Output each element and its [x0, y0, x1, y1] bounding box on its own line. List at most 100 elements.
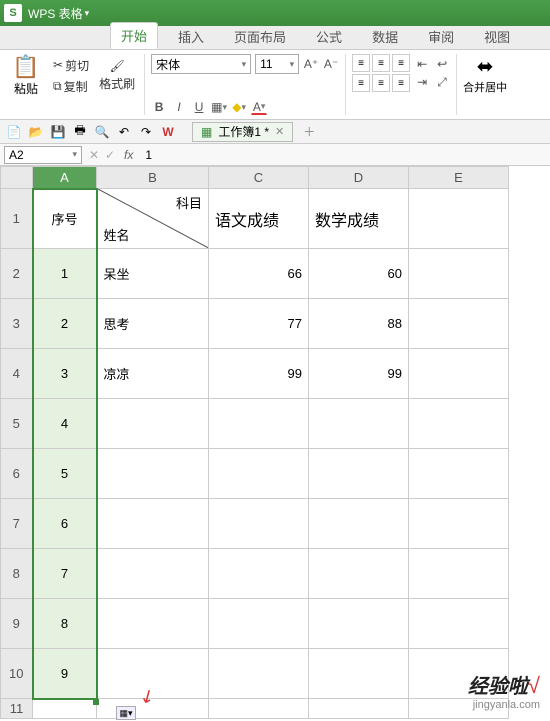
- merge-center-button[interactable]: ⬌ 合并居中: [463, 54, 507, 115]
- cell[interactable]: [409, 499, 509, 549]
- cell[interactable]: 5: [33, 449, 97, 499]
- font-size-select[interactable]: 11▾: [255, 54, 299, 74]
- new-tab-button[interactable]: ＋: [299, 122, 319, 142]
- cell[interactable]: [209, 399, 309, 449]
- row-header[interactable]: 2: [1, 249, 33, 299]
- cell[interactable]: 1: [33, 249, 97, 299]
- print-icon[interactable]: 🖶: [72, 124, 88, 140]
- open-icon[interactable]: 📂: [28, 124, 44, 140]
- row-header[interactable]: 10: [1, 649, 33, 699]
- cell[interactable]: [209, 599, 309, 649]
- tab-data[interactable]: 数据: [362, 24, 408, 49]
- cell[interactable]: 77: [209, 299, 309, 349]
- cell[interactable]: 88: [309, 299, 409, 349]
- cell[interactable]: 序号: [33, 189, 97, 249]
- cut-button[interactable]: ✂剪切: [50, 56, 92, 75]
- row-header[interactable]: 6: [1, 449, 33, 499]
- cell[interactable]: [209, 549, 309, 599]
- row-header[interactable]: 7: [1, 499, 33, 549]
- column-header-a[interactable]: A: [33, 167, 97, 189]
- cell[interactable]: 9: [33, 649, 97, 699]
- fill-handle[interactable]: [93, 699, 99, 705]
- row-header[interactable]: 9: [1, 599, 33, 649]
- cell[interactable]: [409, 249, 509, 299]
- cell[interactable]: 60: [309, 249, 409, 299]
- orientation-button[interactable]: ⤢: [434, 74, 450, 90]
- tab-view[interactable]: 视图: [474, 24, 520, 49]
- row-header[interactable]: 1: [1, 189, 33, 249]
- font-color-button[interactable]: A▾: [251, 99, 267, 115]
- row-header[interactable]: 8: [1, 549, 33, 599]
- cell[interactable]: [33, 699, 97, 719]
- cell[interactable]: [209, 649, 309, 699]
- save-icon[interactable]: 💾: [50, 124, 66, 140]
- tab-insert[interactable]: 插入: [168, 24, 214, 49]
- cell[interactable]: [309, 399, 409, 449]
- cell[interactable]: [209, 449, 309, 499]
- cell[interactable]: 99: [209, 349, 309, 399]
- column-header-c[interactable]: C: [209, 167, 309, 189]
- cell[interactable]: 思考: [97, 299, 209, 349]
- fill-color-button[interactable]: ◆▾: [231, 99, 247, 115]
- cancel-icon[interactable]: ✕: [86, 147, 102, 163]
- new-icon[interactable]: 📄: [6, 124, 22, 140]
- diagonal-header-cell[interactable]: 科目 姓名: [97, 189, 209, 249]
- wps-icon[interactable]: W: [160, 124, 176, 140]
- column-header-e[interactable]: E: [409, 167, 509, 189]
- titlebar-dropdown-icon[interactable]: ▾: [85, 8, 90, 19]
- confirm-icon[interactable]: ✓: [102, 147, 118, 163]
- undo-icon[interactable]: ↶: [116, 124, 132, 140]
- cell[interactable]: [209, 499, 309, 549]
- row-header[interactable]: 4: [1, 349, 33, 399]
- paste-button[interactable]: 📋 粘贴: [6, 54, 46, 97]
- cell[interactable]: 4: [33, 399, 97, 449]
- fx-icon[interactable]: fx: [124, 148, 133, 162]
- cell[interactable]: [309, 499, 409, 549]
- cell[interactable]: [309, 649, 409, 699]
- document-tab[interactable]: ▦ 工作簿1 * ✕: [192, 122, 293, 142]
- row-header[interactable]: 3: [1, 299, 33, 349]
- format-painter-button[interactable]: 🖌格式刷: [96, 58, 138, 93]
- cell[interactable]: [309, 549, 409, 599]
- align-bottom-center[interactable]: ≡: [372, 74, 390, 92]
- cell[interactable]: 66: [209, 249, 309, 299]
- cell[interactable]: 6: [33, 499, 97, 549]
- cell[interactable]: [409, 549, 509, 599]
- cell[interactable]: [97, 549, 209, 599]
- bold-button[interactable]: B: [151, 99, 167, 115]
- row-header[interactable]: 5: [1, 399, 33, 449]
- cell[interactable]: [409, 349, 509, 399]
- underline-button[interactable]: U: [191, 99, 207, 115]
- column-header-b[interactable]: B: [97, 167, 209, 189]
- autofill-options-button[interactable]: ▦▾: [116, 706, 136, 720]
- cell[interactable]: 凉凉: [97, 349, 209, 399]
- tab-formula[interactable]: 公式: [306, 24, 352, 49]
- name-box[interactable]: A2▾: [4, 146, 82, 164]
- wrap-text-button[interactable]: ↩: [434, 56, 450, 72]
- cell[interactable]: 2: [33, 299, 97, 349]
- cell[interactable]: 8: [33, 599, 97, 649]
- align-top-center[interactable]: ≡: [372, 54, 390, 72]
- cell[interactable]: 语文成绩: [209, 189, 309, 249]
- copy-button[interactable]: ⧉复制: [50, 77, 92, 96]
- decrease-font-icon[interactable]: A⁻: [323, 56, 339, 72]
- close-tab-icon[interactable]: ✕: [275, 125, 284, 138]
- preview-icon[interactable]: 🔍: [94, 124, 110, 140]
- indent-decrease-button[interactable]: ⇤: [414, 56, 430, 72]
- tab-home[interactable]: 开始: [110, 22, 158, 49]
- cell[interactable]: [309, 599, 409, 649]
- border-button[interactable]: ▦▾: [211, 99, 227, 115]
- font-name-select[interactable]: 宋体▾: [151, 54, 251, 74]
- cell[interactable]: 3: [33, 349, 97, 399]
- cell[interactable]: 呆坐: [97, 249, 209, 299]
- cell[interactable]: 7: [33, 549, 97, 599]
- cell[interactable]: 数学成绩: [309, 189, 409, 249]
- tab-page-layout[interactable]: 页面布局: [224, 24, 296, 49]
- cell[interactable]: [97, 499, 209, 549]
- cell[interactable]: 99: [309, 349, 409, 399]
- cell[interactable]: [409, 189, 509, 249]
- cell[interactable]: [309, 449, 409, 499]
- cell[interactable]: [409, 399, 509, 449]
- column-header-d[interactable]: D: [309, 167, 409, 189]
- cell[interactable]: [409, 599, 509, 649]
